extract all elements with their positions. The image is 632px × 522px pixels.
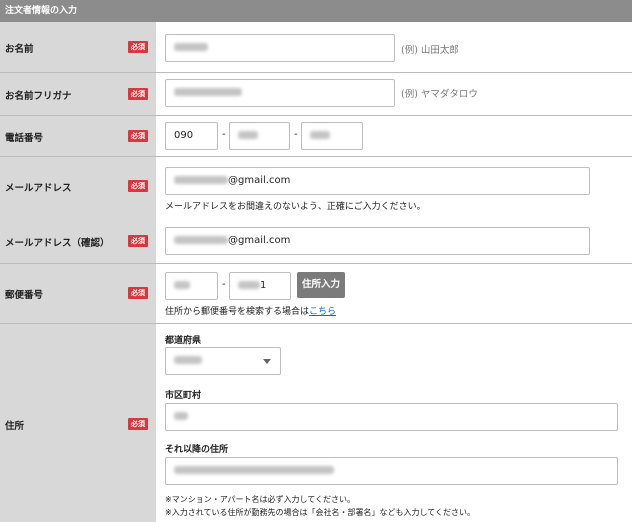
furigana-example: (例) ヤマダタロウ bbox=[401, 89, 478, 100]
city-label: 市区町村 bbox=[165, 391, 202, 401]
address-label: 住所 bbox=[5, 421, 25, 432]
postal-label: 郵便番号 bbox=[5, 290, 44, 301]
row-postal: 郵便番号 必須 - 1 住所入力 住所から郵便番号を検索する場合はこちら bbox=[0, 264, 632, 324]
row-label-area: 住所 必須 bbox=[0, 324, 156, 522]
row-label-area: お名前フリガナ 必須 bbox=[0, 73, 156, 115]
required-badge: 必須 bbox=[128, 130, 148, 142]
required-badge: 必須 bbox=[128, 41, 148, 53]
required-badge: 必須 bbox=[128, 418, 148, 430]
phone-input-1[interactable]: 090 bbox=[165, 122, 218, 150]
row-content: @gmail.com メールアドレスをお間違えのないよう、正確にご入力ください。… bbox=[156, 157, 632, 263]
masked-value bbox=[174, 88, 242, 96]
postal-visible-digit: 1 bbox=[260, 280, 267, 291]
phone-separator: - bbox=[222, 129, 226, 140]
row-content: (例) 山田太郎 bbox=[156, 22, 632, 72]
phone-input-3[interactable] bbox=[301, 122, 363, 150]
row-label-area: 郵便番号 必須 bbox=[0, 264, 156, 323]
rest-address-input[interactable] bbox=[165, 457, 618, 485]
row-email: メールアドレス 必須 メールアドレス（確認） 必須 @gmail.com メール… bbox=[0, 157, 632, 264]
masked-value bbox=[310, 131, 330, 139]
row-label-area: メールアドレス 必須 メールアドレス（確認） 必須 bbox=[0, 157, 156, 263]
masked-value bbox=[174, 43, 208, 51]
email-confirm-input[interactable]: @gmail.com bbox=[165, 227, 590, 255]
row-content: (例) ヤマダタロウ bbox=[156, 73, 632, 115]
row-content: 都道府県 市区町村 それ以降の住所 ※マンション・アパート名は必ず入力してくださ… bbox=[156, 324, 632, 522]
masked-value bbox=[238, 281, 260, 289]
furigana-label: お名前フリガナ bbox=[5, 91, 72, 102]
rest-address-label: それ以降の住所 bbox=[165, 445, 229, 455]
name-example: (例) 山田太郎 bbox=[401, 45, 459, 56]
phone-separator: - bbox=[294, 129, 298, 140]
masked-value bbox=[174, 356, 202, 364]
postal-input-1[interactable] bbox=[165, 272, 218, 300]
email-input[interactable]: @gmail.com bbox=[165, 167, 590, 195]
phone-input-2[interactable] bbox=[229, 122, 290, 150]
furigana-input[interactable] bbox=[165, 79, 395, 107]
postal-input-2[interactable]: 1 bbox=[229, 272, 291, 300]
prefecture-select[interactable] bbox=[165, 347, 281, 375]
address-lookup-button[interactable]: 住所入力 bbox=[297, 272, 345, 298]
row-furigana: お名前フリガナ 必須 (例) ヤマダタロウ bbox=[0, 73, 632, 116]
masked-value bbox=[174, 281, 190, 289]
email-hint: メールアドレスをお間違えのないよう、正確にご入力ください。 bbox=[165, 202, 426, 212]
row-content: - 1 住所入力 住所から郵便番号を検索する場合はこちら bbox=[156, 264, 632, 323]
name-input[interactable] bbox=[165, 34, 395, 62]
section-header: 注文者情報の入力 bbox=[0, 0, 632, 22]
city-input[interactable] bbox=[165, 403, 618, 431]
masked-value bbox=[238, 131, 258, 139]
email-label: メールアドレス bbox=[5, 183, 72, 194]
masked-value bbox=[174, 176, 228, 184]
required-badge: 必須 bbox=[128, 287, 148, 299]
row-name: お名前 必須 (例) 山田太郎 bbox=[0, 22, 632, 73]
name-label: お名前 bbox=[5, 44, 34, 55]
email-domain: @gmail.com bbox=[228, 175, 291, 186]
row-address: 住所 必須 都道府県 市区町村 それ以降の住所 ※マンション・アパート名は必ず入… bbox=[0, 324, 632, 522]
masked-value bbox=[174, 466, 334, 474]
masked-value bbox=[174, 236, 228, 244]
row-label-area: 電話番号 必須 bbox=[0, 116, 156, 156]
postal-hint: 住所から郵便番号を検索する場合はこちら bbox=[165, 304, 336, 317]
required-badge: 必須 bbox=[128, 235, 148, 247]
postal-separator: - bbox=[222, 279, 226, 290]
required-badge: 必須 bbox=[128, 180, 148, 192]
row-content: 090 - - bbox=[156, 116, 632, 156]
row-label-area: お名前 必須 bbox=[0, 22, 156, 72]
chevron-down-icon bbox=[263, 359, 271, 364]
postal-search-link[interactable]: こちら bbox=[309, 307, 336, 317]
address-note-2: ※入力されている住所が勤務先の場合は「会社名・部署名」なども入力してください。 bbox=[165, 508, 475, 517]
masked-value bbox=[174, 412, 188, 420]
required-badge: 必須 bbox=[128, 88, 148, 100]
postal-hint-text: 住所から郵便番号を検索する場合は bbox=[165, 307, 310, 317]
address-note-1: ※マンション・アパート名は必ず入力してください。 bbox=[165, 495, 356, 504]
prefecture-label: 都道府県 bbox=[165, 336, 202, 346]
phone-label: 電話番号 bbox=[5, 133, 44, 144]
email-confirm-domain: @gmail.com bbox=[228, 235, 291, 246]
email-confirm-label: メールアドレス（確認） bbox=[5, 238, 110, 249]
row-phone: 電話番号 必須 090 - - bbox=[0, 116, 632, 157]
